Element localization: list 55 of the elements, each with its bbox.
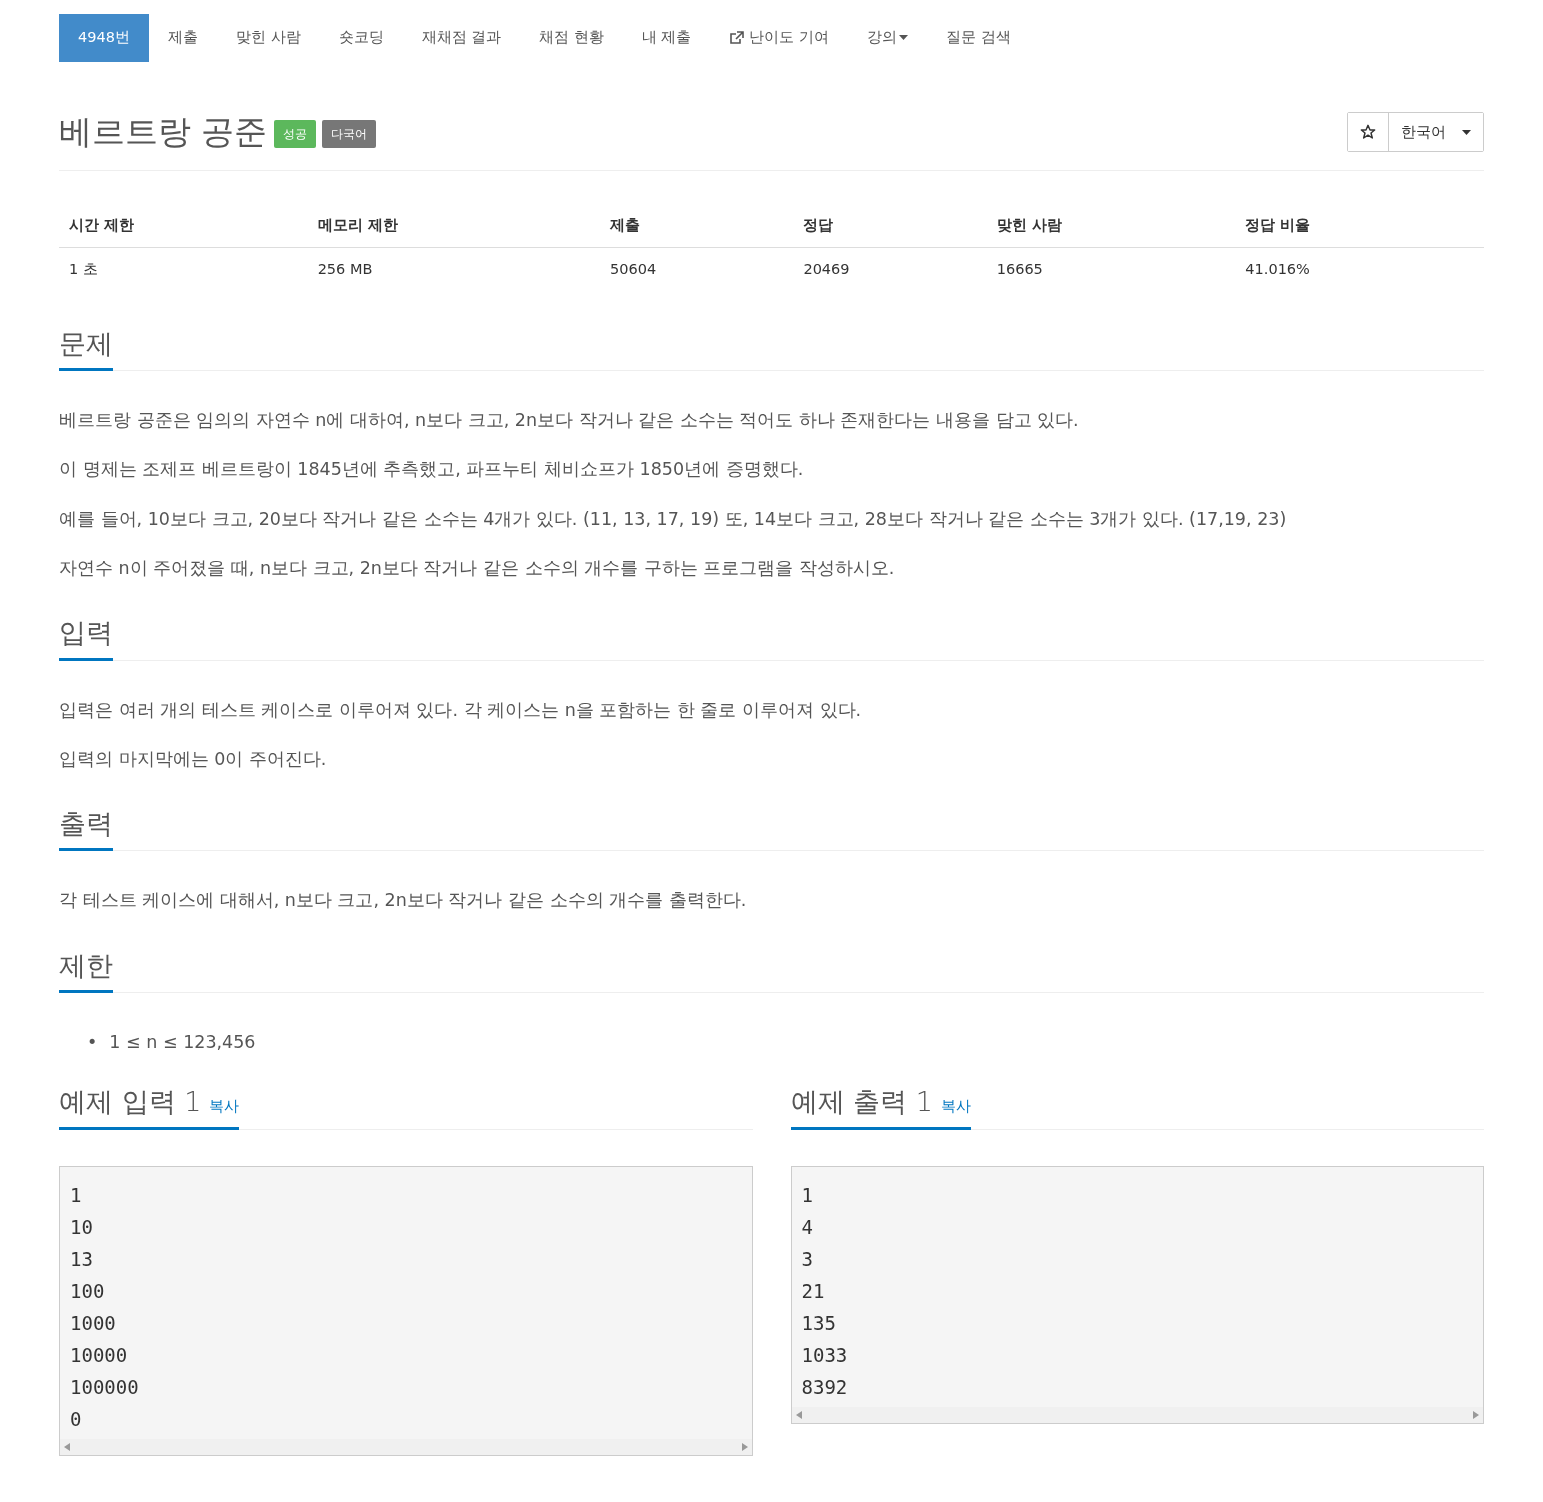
section-heading: 문제 <box>59 327 113 372</box>
sample-code-block: 1 10 13 100 1000 10000 100000 0 <box>59 1165 753 1456</box>
status-label: 다국어 <box>321 119 376 148</box>
copy-link[interactable]: 복사 <box>940 1097 971 1116</box>
nav-tab[interactable]: 4948번 <box>59 14 149 62</box>
nav-tab[interactable]: 채점 현황 <box>520 14 623 62</box>
paragraph: 베르트랑 공준은 임의의 자연수 n에 대하여, n보다 크고, 2n보다 작거나 같은 소수는 적어도 하나 존재한다는 내용을 담고 있다. <box>59 409 1080 433</box>
table-cell: 50604 <box>600 247 794 292</box>
sample-heading: 예제 출력 1 <box>790 1086 933 1118</box>
scrollbar[interactable] <box>791 1406 1483 1423</box>
paragraph: 이 명제는 조제프 베르트랑이 1845년에 추측했고, 파프누티 체비쇼프가 1850년에 증명했다. <box>59 458 805 482</box>
nav-tab[interactable]: 제출 <box>148 14 217 62</box>
paragraph: 예를 들어, 10보다 크고, 20보다 작거나 같은 소수는 4개가 있다. (11, 13, 17, 19) 또, 14보다 크고, 28보다 작거나 같은 소수는 3개가 있다. (17,19, 23) <box>59 507 1288 531</box>
scroll-left-icon[interactable] <box>795 1410 802 1419</box>
nav-tab[interactable]: 맞힌 사람 <box>216 14 320 62</box>
nav-tab[interactable]: 질문 검색 <box>926 14 1030 62</box>
problem-title: 베르트랑 공준 <box>59 112 268 152</box>
caret-icon <box>898 35 908 41</box>
paragraph: 각 테스트 케이스에 대해서, n보다 크고, 2n보다 작거나 같은 소수의 개수를 출력한다. <box>59 889 748 913</box>
section-heading: 입력 <box>59 617 113 661</box>
paragraph: 자연수 n이 주어졌을 때, n보다 크고, 2n보다 작거나 같은 소수의 개수를 구하는 프로그램을 작성하시오. <box>59 556 896 580</box>
copy-link[interactable]: 복사 <box>209 1097 240 1116</box>
column-header: 정답 비율 <box>1235 201 1484 248</box>
star-icon <box>1360 124 1376 141</box>
nav-tab[interactable]: 숏코딩 <box>319 14 403 62</box>
list-item: 1 ≤ n ≤ 123,456 <box>109 1031 256 1055</box>
nav-tab[interactable]: 재채점 결과 <box>402 14 521 62</box>
paragraph: 입력은 여러 개의 테스트 케이스로 이루어져 있다. 각 케이스는 n을 포함하는 한 줄로 이루어져 있다. <box>59 698 863 722</box>
paragraph: 입력의 마지막에는 0이 주어진다. <box>59 747 328 771</box>
table-cell: 256 MB <box>307 247 601 292</box>
nav-tab[interactable]: 내 제출 <box>622 14 711 62</box>
table-cell: 1 초 <box>59 247 308 292</box>
table-cell: 41.016% <box>1235 247 1484 292</box>
scroll-left-icon[interactable] <box>64 1442 70 1451</box>
column-header: 정답 <box>793 201 987 248</box>
column-header: 시간 제한 <box>59 201 308 248</box>
table-cell: 20469 <box>793 247 987 292</box>
language-dropdown[interactable]: 한국어 <box>1388 112 1483 152</box>
table-cell: 16665 <box>986 247 1236 292</box>
column-header: 메모리 제한 <box>307 201 601 248</box>
bullet-marker: • <box>87 1031 98 1055</box>
caret-icon <box>1462 129 1471 135</box>
nav-tab[interactable]: 난이도 기여 <box>710 14 848 62</box>
column-header: 맞힌 사람 <box>986 201 1236 248</box>
scroll-right-icon[interactable] <box>1473 1410 1479 1419</box>
section-heading: 제한 <box>59 949 113 994</box>
sample-code-block: 1 4 3 21 135 1033 8392 <box>790 1165 1484 1424</box>
external-link-icon <box>729 30 745 45</box>
nav-tab[interactable]: 강의 <box>847 14 927 62</box>
column-header: 제출 <box>600 201 794 248</box>
sample-heading: 예제 입력 1 <box>59 1086 202 1118</box>
status-label: 성공 <box>273 119 316 148</box>
section-heading: 출력 <box>59 808 113 852</box>
scrollbar[interactable] <box>60 1438 752 1455</box>
scroll-right-icon[interactable] <box>741 1442 748 1451</box>
